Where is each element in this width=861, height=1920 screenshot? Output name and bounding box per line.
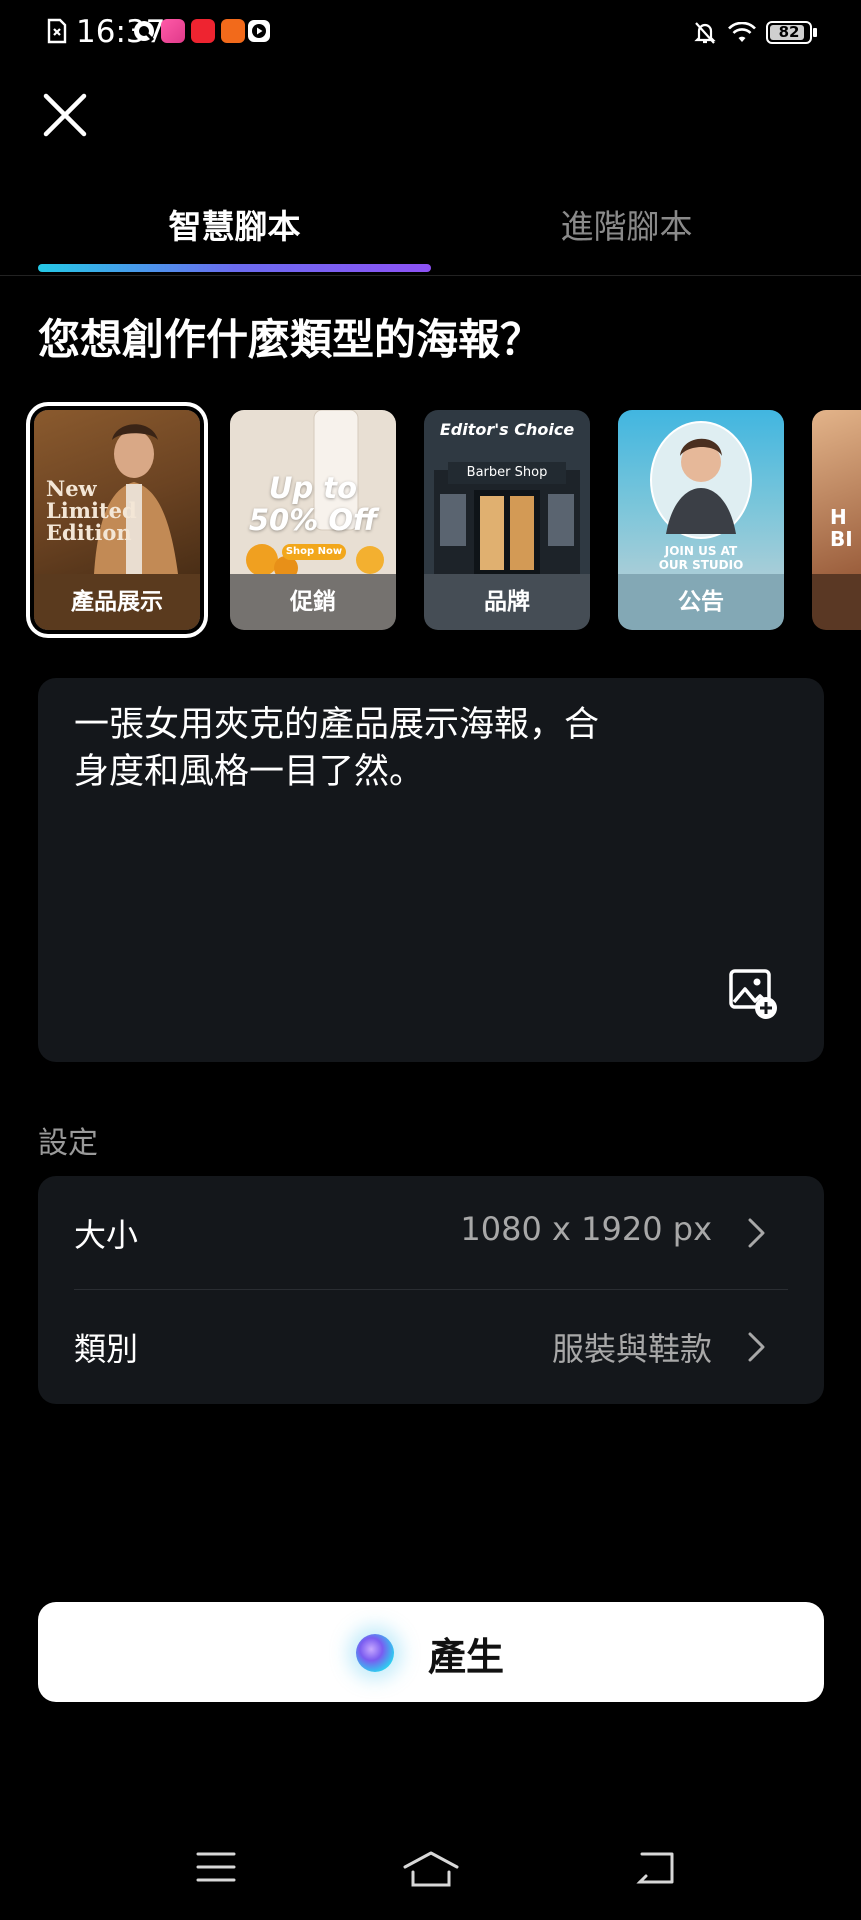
brand-poster-thumbnail: Editor's Choice Barber Shop	[424, 410, 590, 574]
tab-advanced-script[interactable]: 進階腳本	[430, 200, 823, 248]
overlay-line: OUR STUDIO	[658, 558, 744, 572]
prompt-line: 一張女用夾克的產品展示海報，合	[74, 705, 600, 745]
battery-nub	[813, 28, 817, 37]
chevron-right-icon	[748, 1332, 765, 1362]
template-card-brand[interactable]: Editor's Choice Barber Shop 品牌	[424, 410, 590, 630]
more-poster-thumbnail: H BI	[812, 410, 861, 574]
home-icon[interactable]	[402, 1850, 460, 1888]
card-overlay-sign: Barber Shop	[448, 462, 566, 484]
play-icon	[248, 20, 270, 42]
template-label: 公告	[618, 574, 784, 630]
prompt-line: 身度和風格一目了然。	[74, 752, 425, 792]
poster-type-carousel[interactable]: New Limited Edition 產品展示 Up to 50% Off S…	[0, 402, 861, 638]
overlay-line: New	[46, 476, 97, 501]
add-image-icon[interactable]	[728, 968, 778, 1020]
red-app-icon	[191, 19, 215, 43]
template-card-product[interactable]: New Limited Edition 產品展示	[34, 410, 200, 630]
promotion-poster-thumbnail: Up to 50% Off Shop Now	[230, 410, 396, 574]
chevron-right-icon	[748, 1218, 765, 1248]
shop-app-icon	[161, 19, 185, 43]
template-label	[812, 574, 861, 630]
settings-title: 設定	[38, 1126, 98, 1161]
card-overlay-text: JOIN US AT OUR STUDIO	[618, 544, 784, 572]
tab-smart-script[interactable]: 智慧腳本	[38, 200, 431, 248]
template-card-promotion[interactable]: Up to 50% Off Shop Now 促銷	[230, 410, 396, 630]
wifi-icon	[728, 22, 756, 42]
sim-card-icon	[47, 18, 67, 44]
card-overlay-text: New Limited Edition	[46, 478, 137, 544]
back-icon[interactable]	[634, 1850, 678, 1886]
generate-label: 產生	[428, 1635, 505, 1679]
settings-row-category[interactable]: 類別 服裝與鞋款	[38, 1290, 824, 1404]
overlay-line: Edition	[46, 520, 132, 545]
bell-off-icon	[694, 22, 716, 44]
announcement-poster-thumbnail: JOIN US AT OUR STUDIO	[618, 410, 784, 574]
card-overlay-title: Editor's Choice	[439, 420, 575, 439]
template-label: 品牌	[424, 574, 590, 630]
setting-label: 大小	[74, 1216, 139, 1254]
menu-icon[interactable]	[196, 1850, 236, 1884]
page-title: 您想創作什麼類型的海報？	[38, 315, 543, 364]
overlay-line: 50% Off	[248, 503, 378, 537]
settings-panel: 大小 1080 x 1920 px 類別 服裝與鞋款	[38, 1176, 824, 1404]
overlay-line: Up to	[268, 471, 358, 505]
setting-value: 1080 x 1920 px	[460, 1210, 712, 1248]
chat-app-icon	[134, 21, 155, 42]
overlay-line: BI	[830, 527, 853, 551]
prompt-textarea[interactable]: 一張女用夾克的產品展示海報，合 身度和風格一目了然。	[38, 678, 824, 1062]
script-tabs: 智慧腳本 進階腳本	[0, 188, 861, 276]
close-icon[interactable]	[38, 88, 92, 142]
overlay-line: JOIN US AT	[664, 544, 738, 558]
card-overlay-text: H BI	[830, 506, 853, 550]
product-poster-thumbnail: New Limited Edition	[34, 410, 200, 574]
prompt-text[interactable]: 一張女用夾克的產品展示海報，合 身度和風格一目了然。	[74, 702, 664, 796]
system-navigation-bar	[0, 1836, 861, 1904]
template-card-more[interactable]: H BI	[812, 410, 861, 630]
template-card-announcement[interactable]: JOIN US AT OUR STUDIO 公告	[618, 410, 784, 630]
status-bar: 16:37 82	[0, 0, 861, 68]
overlay-line: H	[830, 505, 847, 529]
template-label: 產品展示	[34, 574, 200, 630]
card-overlay-text: Up to 50% Off	[230, 472, 396, 536]
setting-value: 服裝與鞋款	[551, 1330, 712, 1368]
battery-icon: 82	[766, 21, 812, 44]
ai-orb-icon	[356, 1634, 394, 1672]
overlay-line: Limited	[46, 498, 137, 523]
orange-app-icon	[221, 19, 245, 43]
active-tab-indicator	[38, 264, 431, 272]
template-label: 促銷	[230, 574, 396, 630]
setting-label: 類別	[74, 1330, 139, 1368]
generate-button[interactable]: 產生	[38, 1602, 824, 1702]
settings-row-size[interactable]: 大小 1080 x 1920 px	[38, 1176, 824, 1290]
shop-now-badge: Shop Now	[282, 544, 346, 560]
battery-level: 82	[778, 23, 800, 41]
